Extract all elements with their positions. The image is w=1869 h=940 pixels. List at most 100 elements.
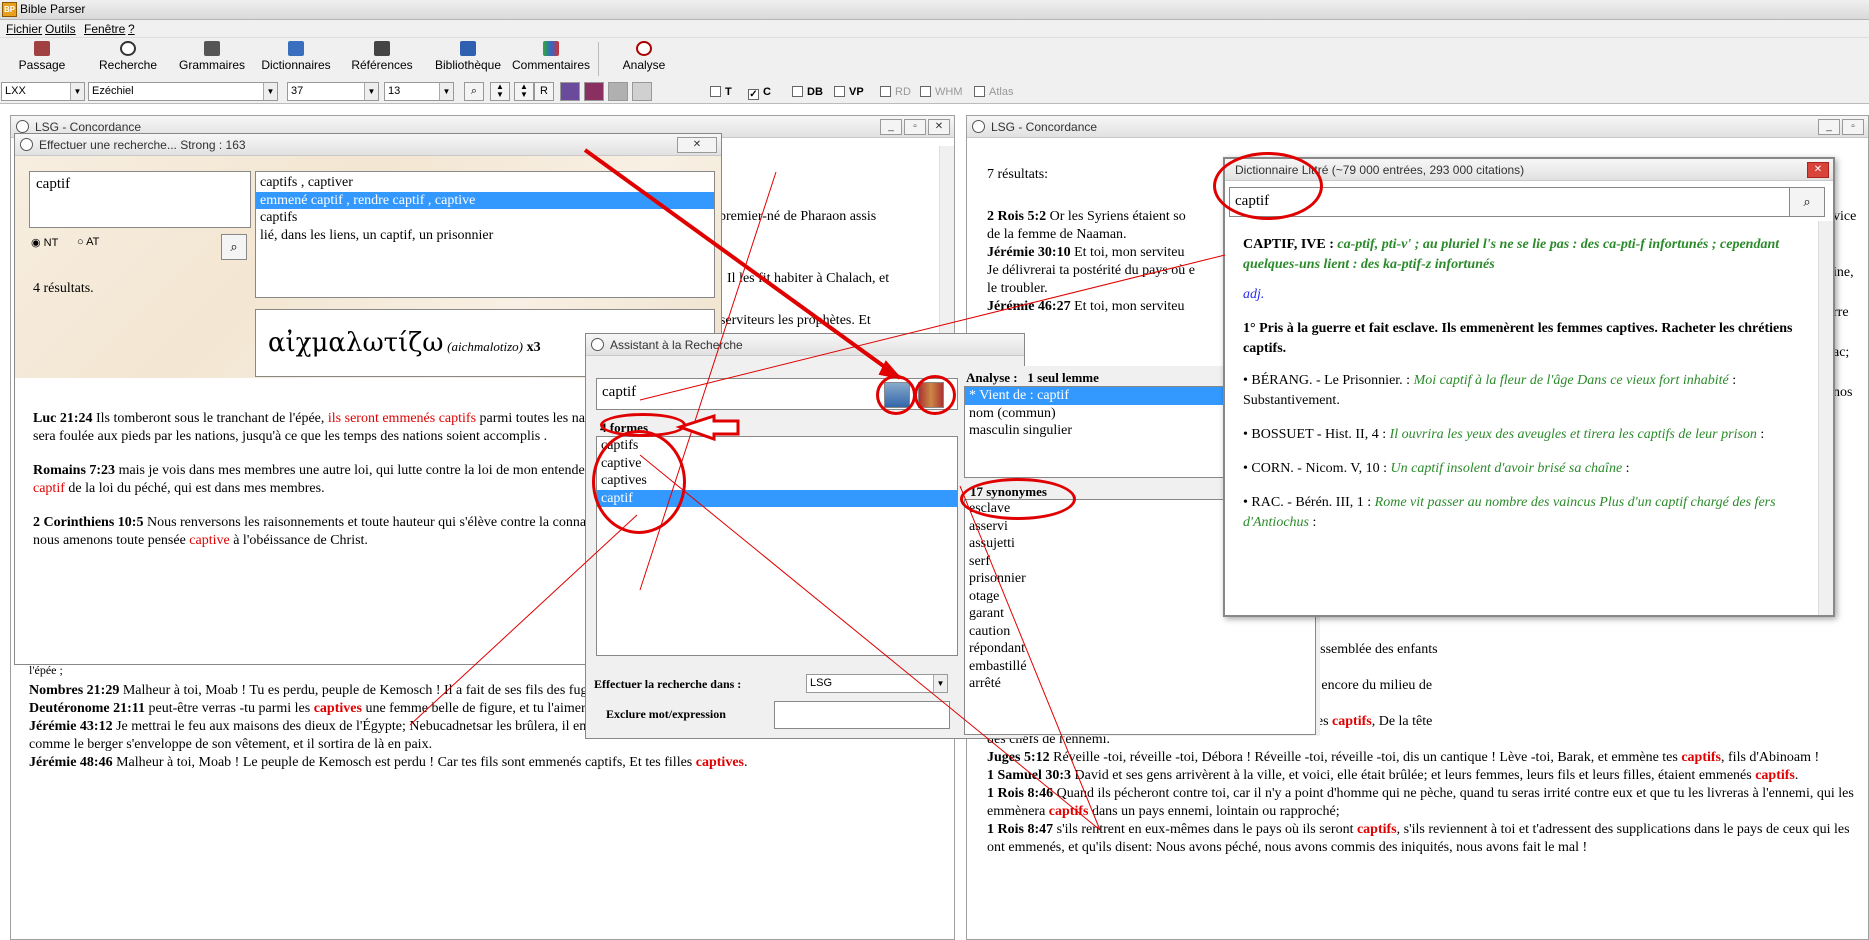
verse-ref[interactable]: Nombres 21:29 xyxy=(29,683,119,698)
synonym-item[interactable]: embastillé xyxy=(965,658,1315,676)
verse-ref[interactable]: Jérémie 43:12 xyxy=(29,719,113,734)
verse-ref[interactable]: Juges 5:12 xyxy=(987,750,1050,765)
exclude-input[interactable] xyxy=(774,701,950,729)
magnifier-icon xyxy=(591,338,604,351)
commentaires-button[interactable]: Commentaires xyxy=(510,41,592,72)
checkbox-t[interactable]: T xyxy=(710,86,732,98)
search-query-input[interactable]: captif xyxy=(29,171,251,228)
analysis-item[interactable]: masculin singulier xyxy=(965,422,1263,440)
citation: • RAC. - Bérén. III, 1 : Rome vit passer… xyxy=(1243,493,1813,533)
r-button[interactable]: R xyxy=(534,82,554,101)
search-go-button[interactable]: ⌕ xyxy=(221,234,247,260)
close-button[interactable]: ✕ xyxy=(677,137,717,153)
recherche-button[interactable]: Recherche xyxy=(96,41,160,72)
verse-ref[interactable]: 1 Samuel 30:3 xyxy=(987,768,1071,783)
stepper-up-down-2[interactable]: ▲ ▼ xyxy=(514,82,534,101)
stepper-up-down[interactable]: ▲ ▼ xyxy=(490,82,510,101)
citation-source: • BÉRANG. - Le Prisonnier. : xyxy=(1243,373,1414,388)
analysis-item[interactable]: * Vient de : captif xyxy=(965,387,1263,405)
verse-text: peut-être verras -tu parmi les xyxy=(145,701,314,716)
search-sense-list[interactable]: captifs , captiver emmené captif , rendre… xyxy=(255,171,715,298)
books-stack-icon[interactable] xyxy=(560,82,580,101)
menu-help[interactable]: ? xyxy=(128,22,135,36)
verse-ref[interactable]: 2 Corinthiens 10:5 xyxy=(33,515,143,530)
menu-fenetre[interactable]: Fenêtre xyxy=(84,22,125,36)
minimize-button[interactable]: _ xyxy=(1818,119,1840,135)
library-stack-icon[interactable] xyxy=(584,82,604,101)
tools-icon[interactable] xyxy=(632,82,652,101)
verse-tail: . xyxy=(1794,768,1799,783)
grammaires-button[interactable]: Grammaires xyxy=(176,41,248,72)
analysis-list[interactable]: * Vient de : captif nom (commun) masculin … xyxy=(964,386,1264,478)
grammaires-label: Grammaires xyxy=(178,58,245,72)
greek-lemma: αἰχμαλωτίζω xyxy=(268,328,444,358)
search-in-select[interactable]: LSG ▼ xyxy=(806,674,948,693)
synonym-item[interactable]: répondant xyxy=(965,640,1315,658)
checkbox-whm[interactable]: WHM xyxy=(920,86,963,98)
search-in-label: Effectuer la recherche dans : xyxy=(594,677,742,691)
citation-source: • RAC. - Bérén. III, 1 : xyxy=(1243,495,1375,510)
citation: • CORN. - Nicom. V, 10 : Un captif insol… xyxy=(1243,459,1813,479)
version-select[interactable]: LXX ▼ xyxy=(1,82,85,101)
link-icon[interactable] xyxy=(608,82,628,101)
verse-ref[interactable]: 2 Rois 5:2 xyxy=(987,209,1046,224)
sense-item[interactable]: lié, dans les liens, un captif, un priso… xyxy=(256,227,714,245)
passage-navbar: LXX ▼ Ezéchiel ▼ 37 ▼ 13 ▼ ⌕ ▲ ▼ ▲ ▼ R T ✓ C DB VP… xyxy=(0,80,1869,104)
dictionary-scrollbar[interactable] xyxy=(1818,221,1833,615)
references-button[interactable]: Références xyxy=(346,41,418,72)
verse-tail: de la loi du péché, qui est dans mes mem… xyxy=(64,481,325,496)
sense-item[interactable]: captifs , captiver xyxy=(256,174,714,192)
menu-fichier[interactable]: Fichier xyxy=(6,22,42,36)
close-button[interactable]: ✕ xyxy=(928,119,950,135)
sense-item[interactable]: emmené captif , rendre captif , captive xyxy=(256,191,714,209)
maximize-button[interactable]: ▫ xyxy=(904,119,926,135)
passage-button[interactable]: Passage xyxy=(12,41,72,72)
verse-ref[interactable]: Romains 7:23 xyxy=(33,463,115,478)
analyse-button[interactable]: Analyse xyxy=(618,41,670,72)
radio-at[interactable]: ○ AT xyxy=(77,236,99,248)
comments-icon xyxy=(543,41,559,56)
verse-ref[interactable]: Deutéronome 21:11 xyxy=(29,701,145,716)
verse-tail: à l'obéissance de Christ. xyxy=(229,533,368,548)
search-passage-button[interactable]: ⌕ xyxy=(464,82,484,101)
synonym-item[interactable]: arrêté xyxy=(965,675,1315,693)
verse-select[interactable]: 13 ▼ xyxy=(384,82,454,101)
menu-outils[interactable]: Outils xyxy=(45,22,76,36)
dictionary-search-button[interactable]: ⌕ xyxy=(1789,187,1825,217)
verse-ref[interactable]: 1 Rois 8:46 xyxy=(987,786,1053,801)
book-select[interactable]: Ezéchiel ▼ xyxy=(88,82,278,101)
left-concordance-partial-2: Il les fit habiter à Chalach, et xyxy=(727,271,890,286)
checkbox-db[interactable]: DB xyxy=(792,86,823,98)
bibliotheque-button[interactable]: Bibliothèque xyxy=(428,41,508,72)
checkbox-vp[interactable]: VP xyxy=(834,86,864,98)
passage-label: Passage xyxy=(18,58,66,72)
analysis-item[interactable]: nom (commun) xyxy=(965,405,1263,423)
citation-quote: Un captif insolent d'avoir brisé sa chaî… xyxy=(1390,461,1623,476)
verse-tail: dans un pays ennemi, lointain ou rapproc… xyxy=(1088,804,1340,819)
window-icon xyxy=(16,120,29,133)
verse-ref[interactable]: Jérémie 30:10 xyxy=(987,245,1071,260)
checkbox-atlas[interactable]: Atlas xyxy=(974,86,1013,98)
checkbox-rd[interactable]: RD xyxy=(880,86,911,98)
verse-ref[interactable]: Jérémie 46:27 xyxy=(987,299,1071,314)
verse-ref[interactable]: Jérémie 48:46 xyxy=(29,755,113,770)
verse-highlight: captives xyxy=(695,755,744,770)
checkbox-label: VP xyxy=(849,86,864,98)
close-button[interactable]: ✕ xyxy=(1807,162,1829,178)
synonym-item[interactable]: caution xyxy=(965,623,1315,641)
maximize-button[interactable]: ▫ xyxy=(1842,119,1864,135)
minimize-button[interactable]: _ xyxy=(880,119,902,135)
radio-nt[interactable]: ◉ NT xyxy=(31,236,58,249)
chapter-select[interactable]: 37 ▼ xyxy=(287,82,379,101)
magnifier-icon: ⌕ xyxy=(230,239,238,254)
dictionnaires-button[interactable]: Dictionnaires xyxy=(256,41,336,72)
verse-text: Je mettrai le feu aux maisons des dieux … xyxy=(112,719,635,734)
sense-item[interactable]: captifs xyxy=(256,209,714,227)
greek-translit: (aichmalotizo) xyxy=(447,339,523,354)
verse-ref[interactable]: Luc 21:24 xyxy=(33,411,93,426)
checkbox-c[interactable]: ✓ C xyxy=(748,86,771,100)
citation-quote: Moi captif à la fleur de l'âge Dans ce v… xyxy=(1413,373,1729,388)
magnifier-icon: ⌕ xyxy=(470,85,478,97)
verse-ref[interactable]: 1 Rois 8:47 xyxy=(987,822,1053,837)
dictionary-entry: CAPTIF, IVE : ca-ptif, pti-v' ; au pluri… xyxy=(1243,235,1813,547)
